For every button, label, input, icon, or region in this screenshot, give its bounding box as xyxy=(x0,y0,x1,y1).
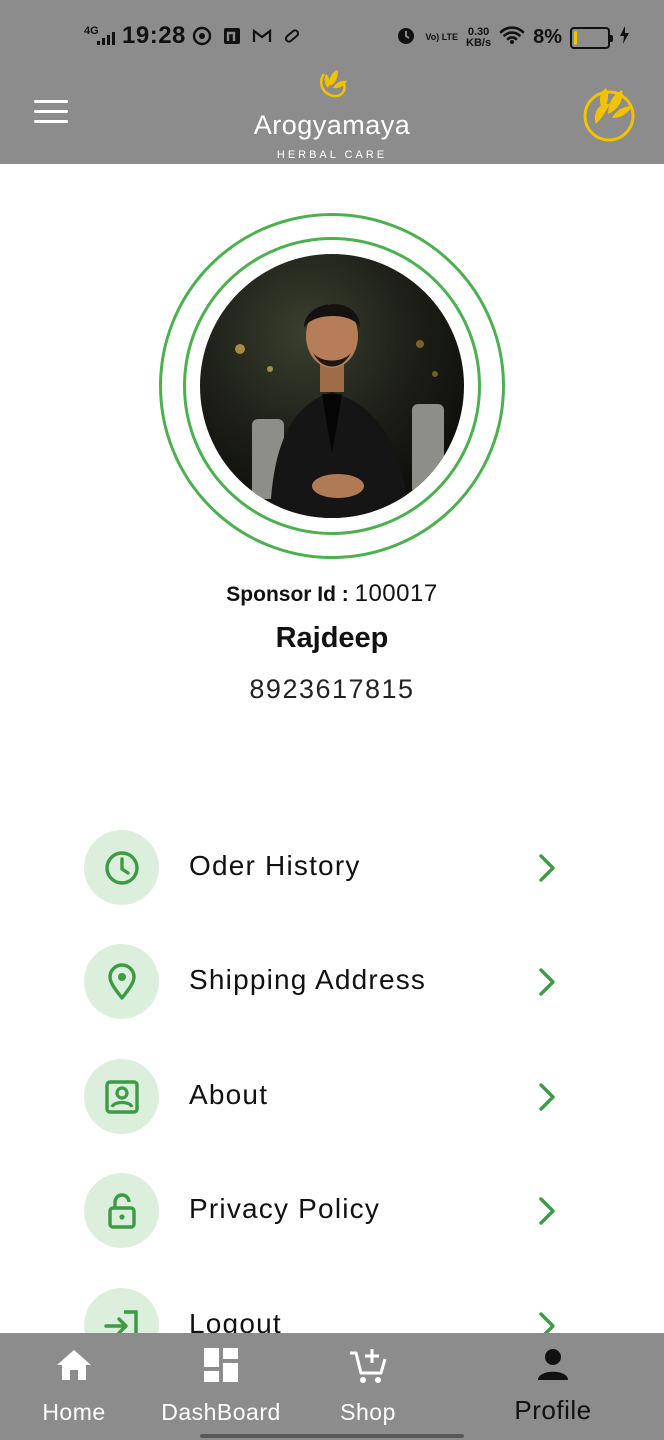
chevron-right-icon xyxy=(536,1081,558,1113)
lte-indicator: Vo) LTE xyxy=(425,32,459,42)
brand-name: Arogyamaya xyxy=(253,110,411,140)
nav-label: Home xyxy=(42,1399,106,1425)
user-phone: 8923617815 xyxy=(249,674,415,704)
chevron-right-icon xyxy=(536,1195,558,1227)
clock-icon xyxy=(84,830,159,905)
battery-icon xyxy=(570,26,613,49)
home-indicator xyxy=(200,1434,464,1438)
nav-home[interactable]: Home xyxy=(22,1333,126,1440)
bottom-navigation: Home DashBoard Shop Profile xyxy=(0,1333,664,1440)
menu-item-label: Shipping Address xyxy=(189,964,427,995)
n-app-icon xyxy=(222,26,242,46)
menu-item-label: Privacy Policy xyxy=(189,1193,381,1224)
menu-item-shipping-address[interactable]: Shipping Address xyxy=(84,944,564,1020)
sponsor-id-label: Sponsor Id : xyxy=(226,583,355,606)
nav-label: DashBoard xyxy=(161,1399,281,1425)
nav-shop[interactable]: Shop xyxy=(316,1333,420,1440)
menu-item-label: Oder History xyxy=(189,850,361,881)
menu-item-about[interactable]: About xyxy=(84,1059,564,1135)
menu-item-order-history[interactable]: Oder History xyxy=(84,830,564,906)
net-speed-unit: KB/s xyxy=(466,36,492,49)
nav-label: Shop xyxy=(340,1399,396,1425)
cart-add-icon xyxy=(348,1347,388,1392)
gmail-icon xyxy=(252,26,272,46)
battery-percent: 8% xyxy=(533,26,562,48)
leaf-logo-icon xyxy=(314,66,350,102)
brand-logo-icon[interactable] xyxy=(582,84,636,142)
signal-icon xyxy=(97,32,115,45)
lock-icon xyxy=(84,1173,159,1248)
nav-label: Profile xyxy=(514,1395,592,1425)
user-name: Rajdeep xyxy=(275,622,389,654)
chevron-right-icon xyxy=(536,852,558,884)
profile-avatar[interactable] xyxy=(200,254,464,518)
sponsor-id-value: 100017 xyxy=(354,580,438,607)
home-icon xyxy=(54,1347,94,1388)
charging-icon xyxy=(618,25,630,50)
status-time: 19:28 xyxy=(122,22,186,49)
chevron-right-icon xyxy=(536,966,558,998)
dashboard-icon xyxy=(203,1347,239,1388)
menu-item-label: About xyxy=(189,1079,269,1110)
browser-icon xyxy=(192,26,212,46)
person-icon xyxy=(536,1347,570,1386)
alarm-icon xyxy=(395,24,417,51)
contact-card-icon xyxy=(84,1059,159,1134)
net-speed-value: 0.30 xyxy=(467,25,490,38)
menu-item-privacy-policy[interactable]: Privacy Policy xyxy=(84,1173,564,1249)
wifi-icon xyxy=(499,25,525,50)
brand-subtitle: HERBAL CARE xyxy=(276,149,388,161)
nav-profile[interactable]: Profile xyxy=(500,1333,606,1440)
sponsor-id-row: Sponsor Id : 100017 xyxy=(0,580,664,608)
top-bar: 4G 19:28 Vo) LTE 0.30 KB/s 8% Arogyamaya… xyxy=(0,0,664,164)
status-bar: 4G 19:28 Vo) LTE 0.30 KB/s 8% xyxy=(0,0,664,72)
pill-icon xyxy=(282,26,302,46)
nav-dashboard[interactable]: DashBoard xyxy=(152,1333,290,1440)
location-pin-icon xyxy=(84,944,159,1019)
